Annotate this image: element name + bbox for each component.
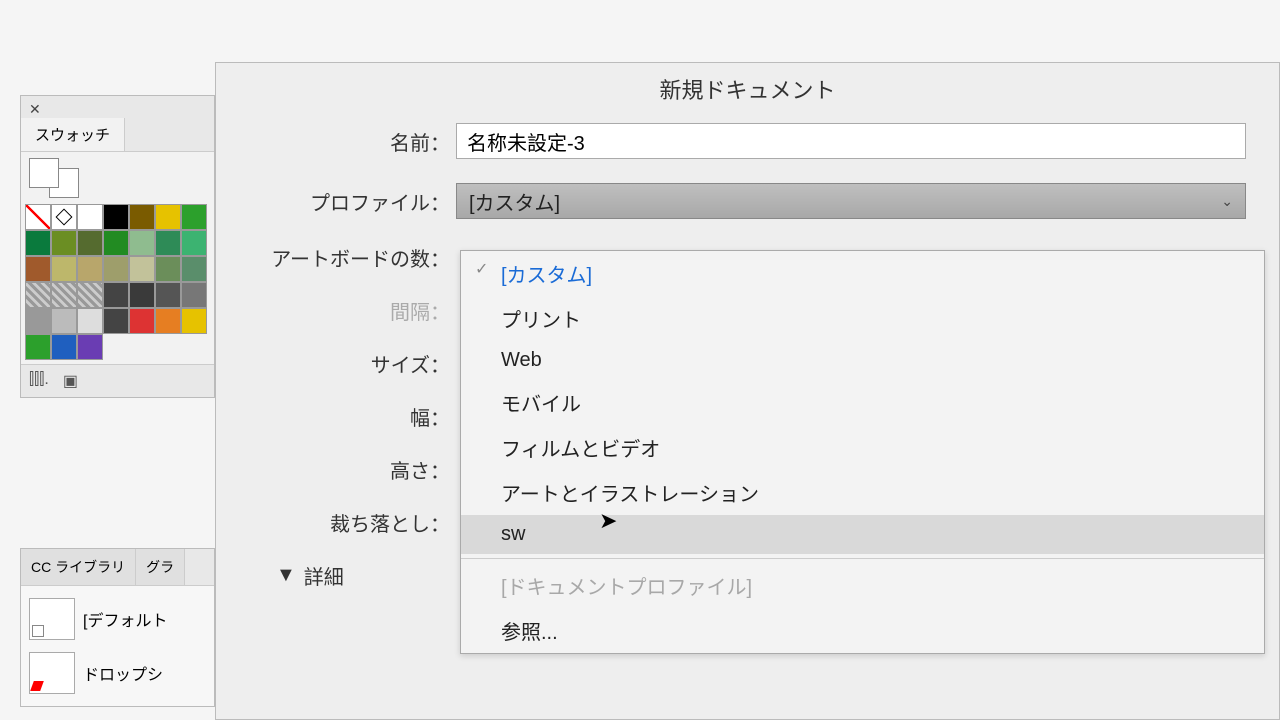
dropdown-item-browse[interactable]: 参照... (461, 608, 1264, 653)
swatch[interactable] (25, 282, 51, 308)
dropdown-item[interactable]: アートとイラストレーション (461, 470, 1264, 515)
dropdown-item-disabled: [ドキュメントプロファイル] (461, 563, 1264, 608)
swatch[interactable] (51, 334, 77, 360)
swatch[interactable] (51, 230, 77, 256)
swatch[interactable] (155, 230, 181, 256)
swatch[interactable] (25, 230, 51, 256)
swatch[interactable] (25, 308, 51, 334)
close-icon[interactable]: ✕ (29, 101, 41, 118)
dropdown-item[interactable]: Web (461, 341, 1264, 380)
swatch[interactable] (103, 256, 129, 282)
list-item-label: [デフォルト (83, 607, 167, 631)
swatch[interactable] (155, 308, 181, 334)
thumb-icon (29, 598, 75, 640)
label-profile: プロファイル： (256, 187, 456, 216)
swatch[interactable] (77, 230, 103, 256)
swatch[interactable] (51, 256, 77, 282)
swatch[interactable] (103, 282, 129, 308)
tab-cc-libraries[interactable]: CC ライブラリ (21, 549, 136, 585)
dropdown-item[interactable]: sw (461, 515, 1264, 554)
label-spacing: 間隔： (256, 296, 456, 325)
tab-graphics[interactable]: グラ (136, 549, 185, 585)
dropdown-item[interactable]: モバイル (461, 380, 1264, 425)
list-item-label: ドロップシ (83, 661, 163, 685)
label-name: 名前： (256, 127, 456, 156)
label-size: サイズ： (256, 349, 456, 378)
swatch[interactable] (51, 308, 77, 334)
swatch[interactable] (181, 204, 207, 230)
fill-swatch[interactable] (29, 158, 59, 188)
swatch[interactable] (103, 230, 129, 256)
swatch[interactable] (181, 230, 207, 256)
swatch[interactable] (129, 308, 155, 334)
swatch[interactable] (155, 282, 181, 308)
swatch[interactable] (181, 282, 207, 308)
dropdown-item[interactable]: [カスタム] (461, 251, 1264, 296)
triangle-down-icon: ▼ (276, 564, 296, 587)
swatch[interactable] (25, 256, 51, 282)
swatch[interactable] (181, 308, 207, 334)
label-artboards: アートボードの数： (256, 243, 456, 272)
dropdown-item[interactable]: プリント (461, 296, 1264, 341)
label-width: 幅： (256, 402, 456, 431)
separator (461, 558, 1264, 559)
thumb-icon (29, 652, 75, 694)
list-item[interactable]: [デフォルト (27, 592, 208, 646)
swatch[interactable] (51, 282, 77, 308)
name-input[interactable] (456, 123, 1246, 159)
swatch[interactable] (103, 204, 129, 230)
cc-libraries-panel: CC ライブラリ グラ [デフォルト ドロップシ (20, 548, 215, 707)
swatch[interactable] (181, 256, 207, 282)
label-bleed: 裁ち落とし： (256, 508, 456, 537)
swatch[interactable] (129, 230, 155, 256)
swatch[interactable] (77, 204, 103, 230)
show-options-icon[interactable]: ▣ (63, 371, 78, 391)
swatch[interactable] (25, 204, 51, 230)
dialog-title: 新規ドキュメント (216, 63, 1279, 123)
swatch[interactable] (129, 282, 155, 308)
swatch[interactable] (77, 256, 103, 282)
details-label: 詳細 (304, 561, 344, 590)
label-height: 高さ： (256, 455, 456, 484)
swatch-grid (25, 204, 207, 360)
swatch[interactable] (155, 256, 181, 282)
profile-select-value: [カスタム] (469, 187, 560, 216)
list-item[interactable]: ドロップシ (27, 646, 208, 700)
swatch[interactable] (103, 308, 129, 334)
swatch[interactable] (129, 204, 155, 230)
swatch[interactable] (77, 282, 103, 308)
swatch[interactable] (51, 204, 77, 230)
dropdown-item[interactable]: フィルムとビデオ (461, 425, 1264, 470)
swatch[interactable] (25, 334, 51, 360)
swatches-panel: ✕ スウォッチ ⫿⫿⫿. ▣ (20, 95, 215, 398)
profile-select[interactable]: [カスタム] ⌄ (456, 183, 1246, 219)
tab-swatches[interactable]: スウォッチ (21, 118, 125, 151)
swatch[interactable] (129, 256, 155, 282)
swatch[interactable] (77, 308, 103, 334)
swatch[interactable] (77, 334, 103, 360)
library-icon[interactable]: ⫿⫿⫿. (29, 371, 49, 391)
chevron-down-icon: ⌄ (1221, 193, 1233, 210)
profile-dropdown: [カスタム]プリントWebモバイルフィルムとビデオアートとイラストレーションsw… (460, 250, 1265, 654)
swatch[interactable] (155, 204, 181, 230)
